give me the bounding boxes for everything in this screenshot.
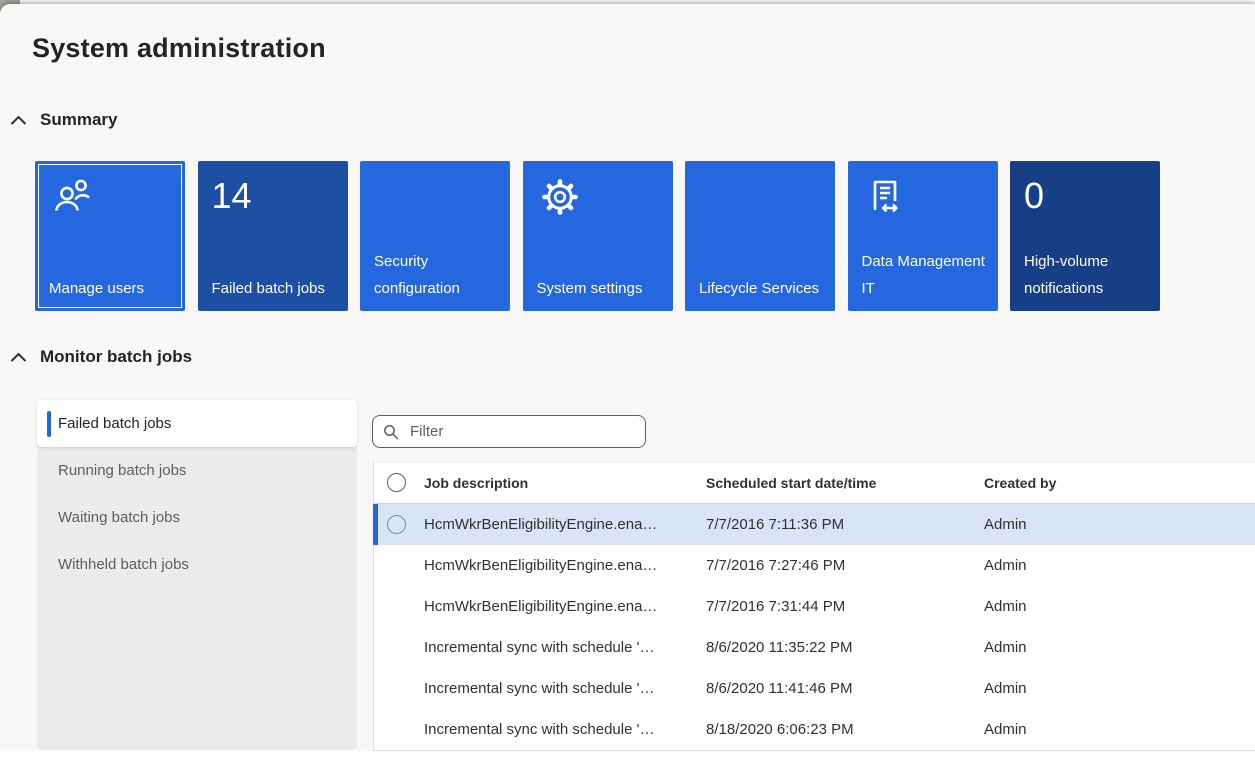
cell-created-by: Admin: [984, 516, 1027, 533]
cell-job-description: HcmWkrBenEligibilityEngine.ena…: [424, 516, 658, 533]
row-checkbox[interactable]: [387, 515, 406, 534]
batch-jobs-grid: Job description Scheduled start date/tim…: [373, 461, 1255, 751]
table-row[interactable]: HcmWkrBenEligibilityEngine.ena… 7/7/2016…: [373, 504, 1255, 545]
column-header-job-description[interactable]: Job description: [424, 475, 706, 491]
cell-job-description: HcmWkrBenEligibilityEngine.ena…: [424, 598, 658, 615]
cell-scheduled-start: 8/6/2020 11:41:46 PM: [706, 680, 853, 697]
column-header-created-by[interactable]: Created by: [984, 475, 1255, 491]
tile-count: 14: [211, 175, 252, 216]
tile-security-configuration[interactable]: Security configuration: [360, 161, 510, 311]
cell-scheduled-start: 8/18/2020 6:06:23 PM: [706, 721, 854, 738]
tile-system-settings[interactable]: System settings: [522, 161, 673, 311]
table-header-row: Job description Scheduled start date/tim…: [374, 462, 1255, 504]
document-sync-icon: [862, 173, 984, 222]
tile-count: 0: [1024, 175, 1045, 216]
tile-label: Security configuration: [374, 253, 460, 297]
cell-scheduled-start: 7/7/2016 7:27:46 PM: [706, 557, 846, 574]
cell-job-description: Incremental sync with schedule '…: [424, 639, 655, 656]
chevron-up-icon[interactable]: [10, 352, 27, 363]
tile-data-management-it[interactable]: Data Management IT: [847, 161, 998, 311]
table-row[interactable]: Incremental sync with schedule '… 8/6/20…: [374, 627, 1255, 668]
tab-label: Running batch jobs: [58, 462, 187, 479]
cell-scheduled-start: 7/7/2016 7:11:36 PM: [706, 516, 845, 533]
table-row[interactable]: HcmWkrBenEligibilityEngine.ena… 7/7/2016…: [374, 586, 1255, 627]
page-title: System administration: [32, 33, 326, 63]
cell-scheduled-start: 8/6/2020 11:35:22 PM: [706, 639, 853, 656]
tile-manage-users[interactable]: Manage users: [35, 161, 185, 311]
cell-scheduled-start: 7/7/2016 7:31:44 PM: [706, 598, 846, 615]
gear-icon: [537, 173, 659, 222]
system-administration-page: System administration Summary Manage use…: [0, 0, 1255, 784]
section-monitor-label: Monitor batch jobs: [40, 347, 193, 366]
batch-jobs-tab-list: Failed batch jobs Running batch jobs Wai…: [37, 400, 357, 750]
filter-input[interactable]: [408, 422, 645, 441]
cell-job-description: Incremental sync with schedule '…: [424, 721, 655, 738]
table-body: HcmWkrBenEligibilityEngine.ena… 7/7/2016…: [373, 504, 1255, 750]
filter-input-wrapper[interactable]: [372, 415, 646, 448]
bottom-strip: [0, 751, 1255, 784]
tile-high-volume-notifications[interactable]: 0 High-volume notifications: [1010, 161, 1160, 311]
cell-created-by: Admin: [984, 639, 1027, 656]
tile-label: System settings: [536, 280, 643, 297]
table-row[interactable]: HcmWkrBenEligibilityEngine.ena… 7/7/2016…: [374, 545, 1255, 586]
search-icon: [384, 424, 399, 439]
section-header-summary[interactable]: Summary: [10, 110, 117, 130]
tile-label: Lifecycle Services: [699, 280, 820, 297]
chevron-up-icon[interactable]: [10, 115, 27, 126]
tile-lifecycle-services[interactable]: Lifecycle Services: [685, 161, 835, 311]
cell-created-by: Admin: [984, 557, 1027, 574]
summary-tiles: Manage users 14 Failed batch jobs Securi…: [35, 161, 1160, 311]
column-header-scheduled-start[interactable]: Scheduled start date/time: [706, 475, 984, 491]
tile-label: Failed batch jobs: [211, 280, 325, 297]
cell-job-description: HcmWkrBenEligibilityEngine.ena…: [424, 557, 658, 574]
table-row[interactable]: Incremental sync with schedule '… 8/6/20…: [374, 668, 1255, 709]
selected-tab-indicator: [47, 410, 51, 437]
tab-label: Waiting batch jobs: [58, 509, 181, 526]
section-summary-label: Summary: [40, 110, 118, 129]
select-all-checkbox[interactable]: [387, 473, 406, 492]
tab-running-batch-jobs[interactable]: Running batch jobs: [37, 447, 357, 494]
tab-label: Failed batch jobs: [58, 415, 172, 432]
tile-failed-batch-jobs[interactable]: 14 Failed batch jobs: [197, 161, 348, 311]
tab-waiting-batch-jobs[interactable]: Waiting batch jobs: [37, 494, 357, 541]
table-row[interactable]: Incremental sync with schedule '… 8/18/2…: [374, 709, 1255, 750]
cell-job-description: Incremental sync with schedule '…: [424, 680, 655, 697]
tab-withheld-batch-jobs[interactable]: Withheld batch jobs: [37, 541, 357, 588]
cell-created-by: Admin: [984, 680, 1027, 697]
tile-label: Data Management IT: [861, 253, 985, 297]
tile-label: High-volume notifications: [1024, 253, 1109, 297]
people-icon: [49, 173, 171, 222]
tab-failed-batch-jobs[interactable]: Failed batch jobs: [37, 400, 357, 447]
tile-label: Manage users: [49, 280, 145, 297]
cell-created-by: Admin: [984, 721, 1027, 738]
section-header-monitor-batch-jobs[interactable]: Monitor batch jobs: [10, 347, 192, 367]
cell-created-by: Admin: [984, 598, 1027, 615]
tab-label: Withheld batch jobs: [58, 556, 189, 573]
